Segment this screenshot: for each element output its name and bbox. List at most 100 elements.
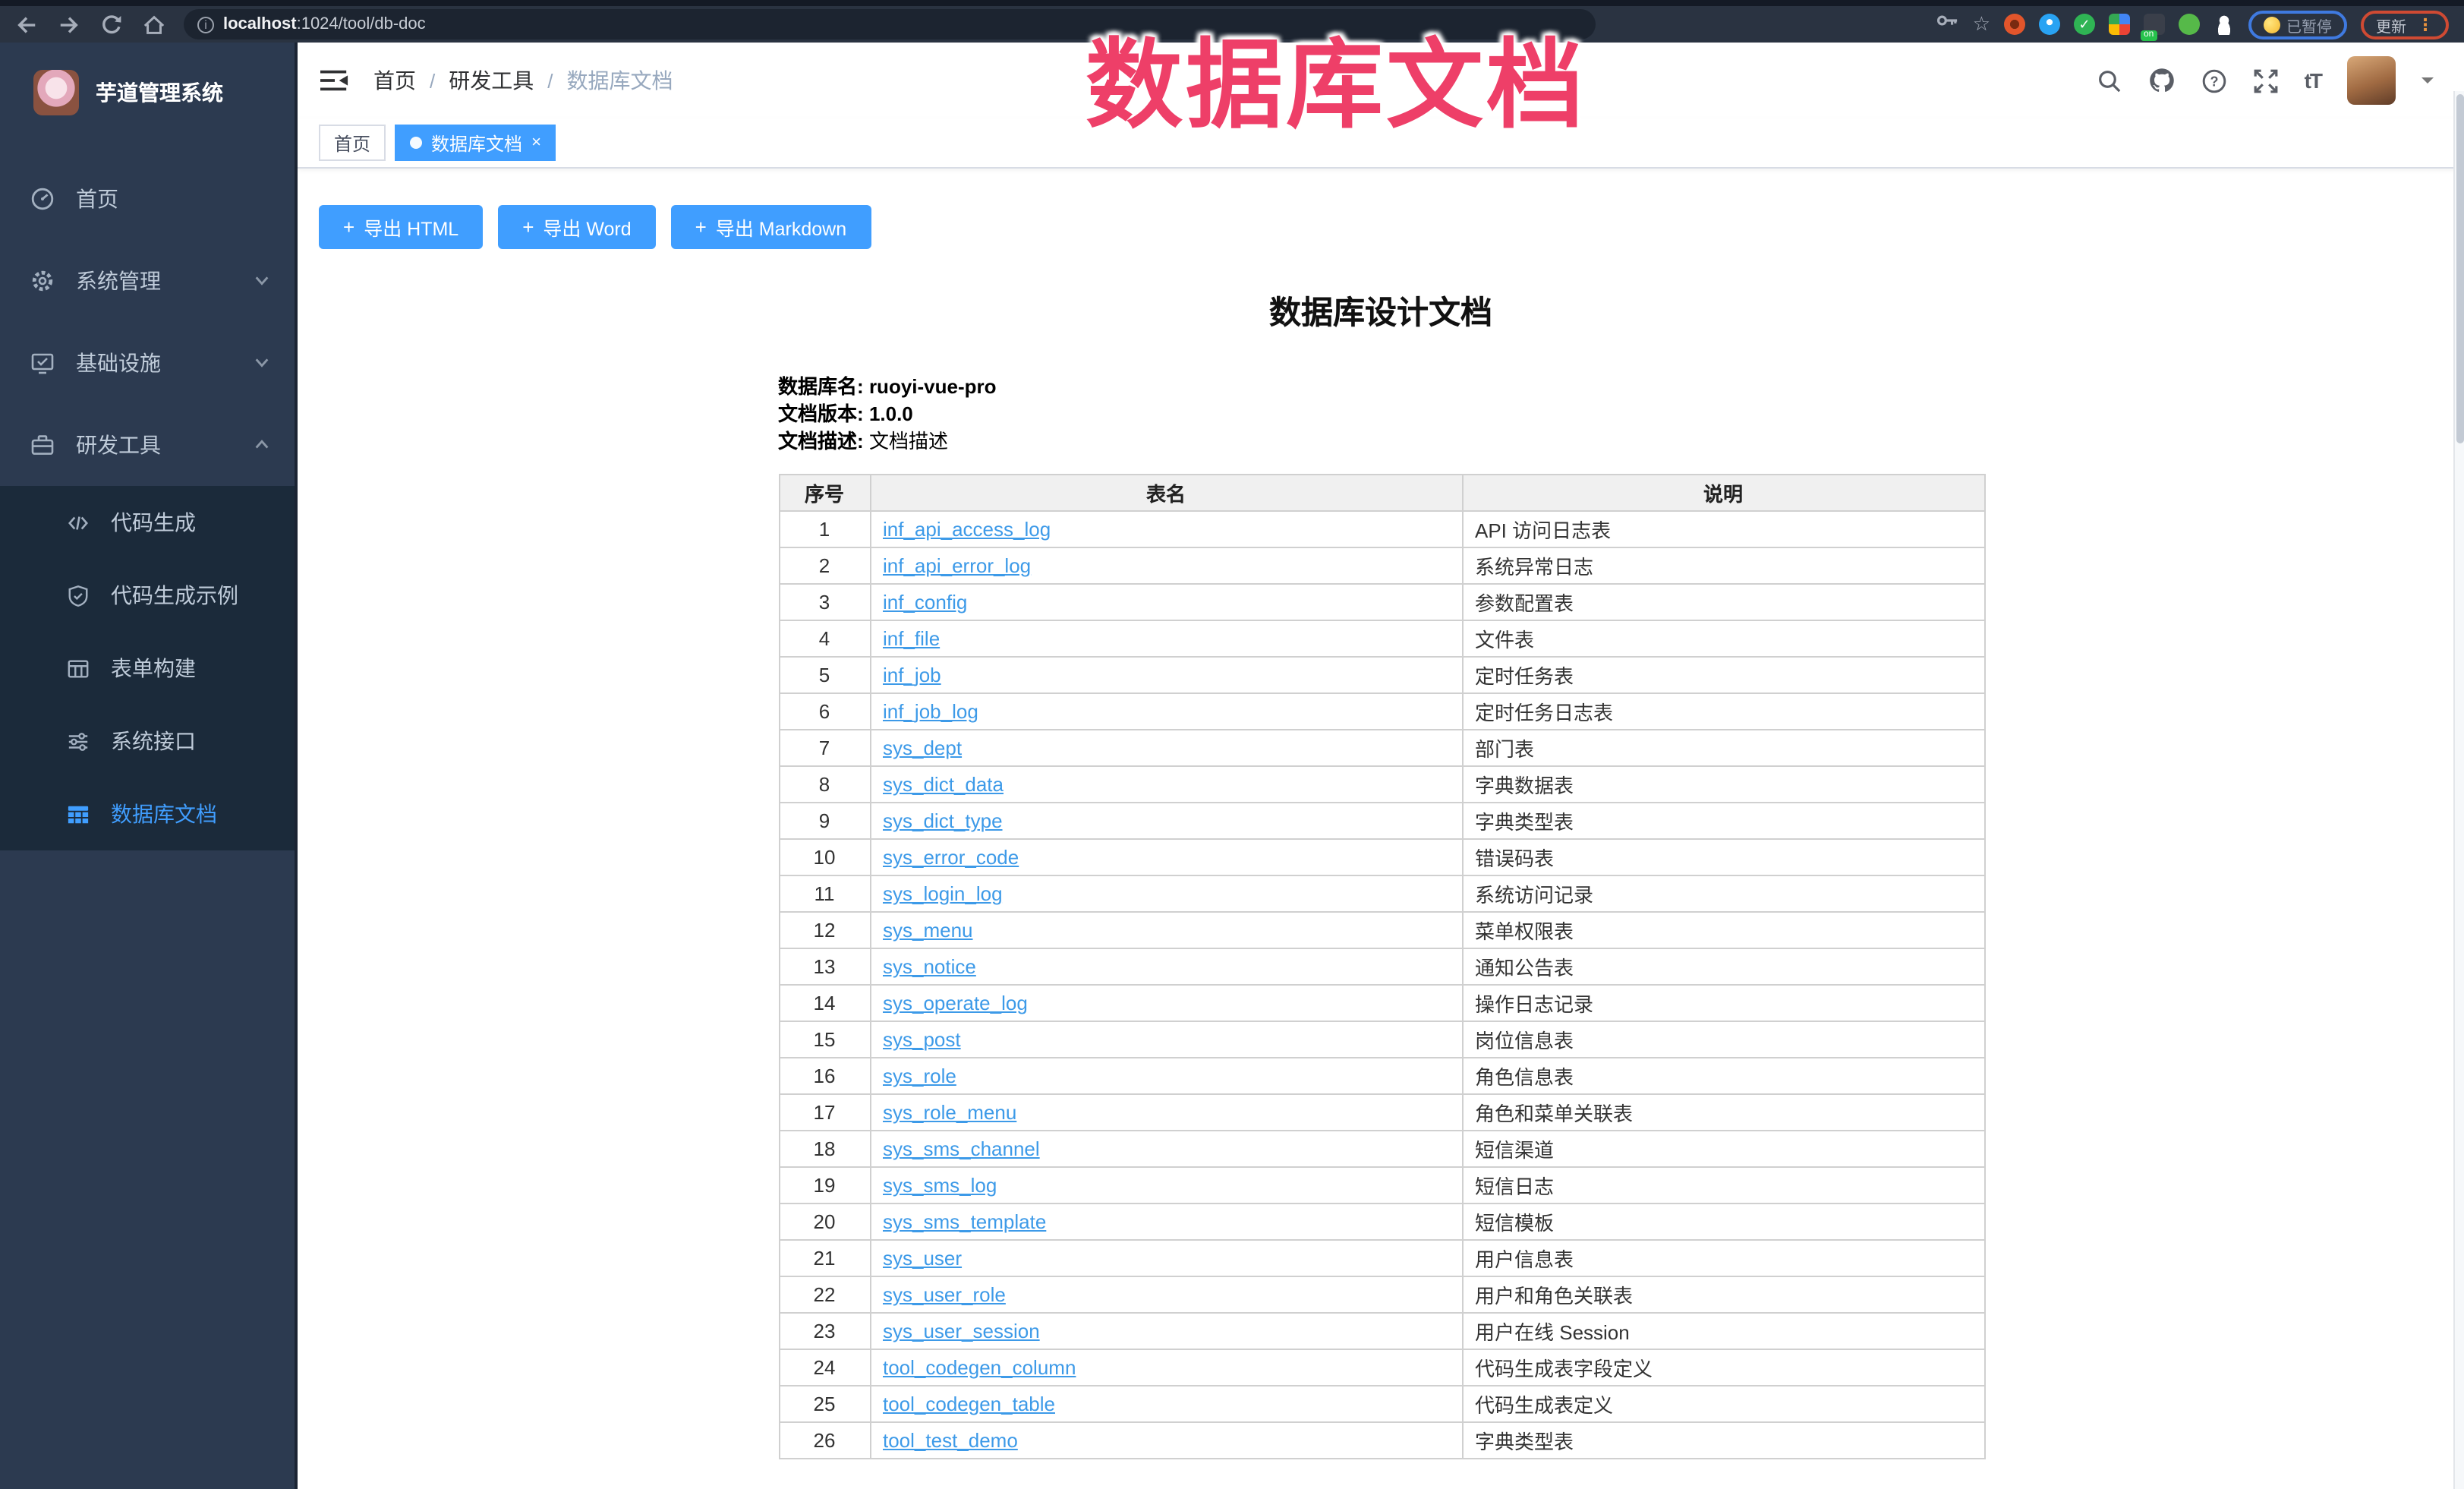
sidebar-item-system[interactable]: 系统管理 bbox=[0, 240, 295, 322]
browser-back-icon[interactable] bbox=[15, 13, 38, 36]
sidebar-item-codegen-demo[interactable]: 代码生成示例 bbox=[0, 559, 295, 632]
table-name-link[interactable]: sys_user_role bbox=[883, 1283, 1006, 1306]
search-icon[interactable] bbox=[2097, 68, 2122, 93]
chevron-up-icon bbox=[254, 433, 270, 457]
table-name-link[interactable]: sys_dept bbox=[883, 737, 962, 759]
extension-icon-1[interactable] bbox=[2004, 14, 2025, 35]
table-name-link[interactable]: sys_dict_type bbox=[883, 809, 1003, 832]
table-name-link[interactable]: sys_sms_channel bbox=[883, 1137, 1040, 1160]
table-name-link[interactable]: inf_job bbox=[883, 664, 941, 686]
font-size-icon[interactable]: tT bbox=[2305, 68, 2321, 93]
chevron-down-icon bbox=[254, 351, 270, 375]
address-bar[interactable]: i localhost:1024/tool/db-doc bbox=[184, 9, 1596, 39]
table-name-link[interactable]: sys_operate_log bbox=[883, 992, 1028, 1014]
breadcrumb-home[interactable]: 首页 bbox=[373, 65, 416, 96]
sidebar-item-home[interactable]: 首页 bbox=[0, 158, 295, 240]
browser-menu-dots-icon[interactable]: ⋮ bbox=[2417, 14, 2434, 34]
sidebar: 芋道管理系统 首页 系统管理 基础设施 bbox=[0, 43, 298, 1489]
browser-update-button[interactable]: 更新⋮ bbox=[2361, 10, 2449, 39]
browser-home-icon[interactable] bbox=[143, 13, 165, 36]
extension-icon-4[interactable] bbox=[2109, 14, 2130, 35]
code-icon bbox=[67, 511, 90, 534]
row-index: 24 bbox=[779, 1349, 870, 1386]
sidebar-item-api[interactable]: 系统接口 bbox=[0, 705, 295, 778]
table-name-link[interactable]: tool_codegen_column bbox=[883, 1356, 1076, 1379]
export-markdown-button[interactable]: +导出 Markdown bbox=[671, 205, 871, 249]
tag-close-icon[interactable]: × bbox=[531, 134, 541, 151]
sidebar-collapse-icon[interactable] bbox=[320, 68, 349, 93]
table-description: 通知公告表 bbox=[1462, 948, 1984, 985]
scrollbar-thumb[interactable] bbox=[2456, 94, 2464, 443]
table-name-cell: inf_api_error_log bbox=[870, 547, 1462, 584]
table-name-cell: inf_job_log bbox=[870, 693, 1462, 730]
table-name-link[interactable]: sys_sms_log bbox=[883, 1174, 997, 1197]
table-row: 3inf_config参数配置表 bbox=[779, 584, 1984, 620]
table-name-link[interactable]: sys_role bbox=[883, 1065, 956, 1087]
github-icon[interactable] bbox=[2148, 67, 2176, 94]
extension-icon-7[interactable] bbox=[2214, 14, 2235, 35]
table-name-cell: sys_sms_log bbox=[870, 1167, 1462, 1204]
extension-icon-3[interactable]: ✓ bbox=[2074, 14, 2095, 35]
table-description: 字典类型表 bbox=[1462, 803, 1984, 839]
table-name-link[interactable]: tool_test_demo bbox=[883, 1429, 1018, 1452]
table-name-link[interactable]: sys_login_log bbox=[883, 882, 1003, 905]
table-name-cell: sys_dict_data bbox=[870, 766, 1462, 803]
extension-icon-2[interactable] bbox=[2039, 14, 2060, 35]
table-name-link[interactable]: sys_dict_data bbox=[883, 773, 1004, 796]
extension-icon-6[interactable] bbox=[2179, 14, 2200, 35]
sidebar-item-label: 首页 bbox=[76, 184, 118, 214]
export-word-button[interactable]: +导出 Word bbox=[498, 205, 655, 249]
table-name-cell: sys_notice bbox=[870, 948, 1462, 985]
devtools-submenu: 代码生成 代码生成示例 表单构建 系统接口 bbox=[0, 486, 295, 850]
sidebar-item-infra[interactable]: 基础设施 bbox=[0, 322, 295, 404]
avatar[interactable] bbox=[2347, 56, 2396, 105]
paused-extension-badge[interactable]: 已暂停 bbox=[2248, 10, 2347, 39]
table-name-link[interactable]: inf_config bbox=[883, 591, 967, 614]
export-html-button[interactable]: +导出 HTML bbox=[319, 205, 483, 249]
page-scrollbar[interactable] bbox=[2453, 91, 2464, 1489]
tag-db-doc[interactable]: 数据库文档 × bbox=[395, 125, 556, 161]
row-index: 22 bbox=[779, 1276, 870, 1313]
table-name-link[interactable]: sys_post bbox=[883, 1028, 961, 1051]
table-name-cell: sys_role_menu bbox=[870, 1094, 1462, 1131]
table-name-link[interactable]: sys_error_code bbox=[883, 846, 1019, 869]
table-name-cell: inf_file bbox=[870, 620, 1462, 657]
sidebar-item-label: 代码生成示例 bbox=[111, 580, 238, 610]
table-name-link[interactable]: sys_sms_template bbox=[883, 1210, 1046, 1233]
key-icon[interactable] bbox=[1936, 9, 1959, 39]
site-info-icon[interactable]: i bbox=[197, 16, 214, 33]
doc-desc-line: 文档描述: 文档描述 bbox=[778, 428, 1983, 456]
browser-forward-icon[interactable] bbox=[58, 13, 80, 36]
table-name-link[interactable]: sys_role_menu bbox=[883, 1101, 1016, 1124]
help-icon[interactable]: ? bbox=[2201, 68, 2227, 93]
table-description: 短信渠道 bbox=[1462, 1131, 1984, 1167]
table-name-link[interactable]: sys_user bbox=[883, 1247, 962, 1270]
table-name-link[interactable]: sys_menu bbox=[883, 919, 973, 942]
sidebar-item-label: 研发工具 bbox=[76, 430, 161, 460]
browser-reload-icon[interactable] bbox=[100, 13, 123, 36]
table-description: 代码生成表定义 bbox=[1462, 1386, 1984, 1422]
table-name-link[interactable]: inf_job_log bbox=[883, 700, 978, 723]
sidebar-item-codegen[interactable]: 代码生成 bbox=[0, 486, 295, 559]
fullscreen-icon[interactable] bbox=[2253, 68, 2279, 93]
table-name-link[interactable]: sys_notice bbox=[883, 955, 976, 978]
sidebar-item-devtools[interactable]: 研发工具 bbox=[0, 404, 295, 486]
sidebar-item-db-doc[interactable]: 数据库文档 bbox=[0, 778, 295, 850]
app-logo-row[interactable]: 芋道管理系统 bbox=[0, 55, 295, 131]
table-row: 9sys_dict_type字典类型表 bbox=[779, 803, 1984, 839]
tag-home[interactable]: 首页 bbox=[319, 125, 386, 161]
table-description: 参数配置表 bbox=[1462, 584, 1984, 620]
table-name-link[interactable]: inf_file bbox=[883, 627, 940, 650]
table-name-link[interactable]: inf_api_error_log bbox=[883, 554, 1031, 577]
table-name-link[interactable]: sys_user_session bbox=[883, 1320, 1040, 1342]
breadcrumb-devtools[interactable]: 研发工具 bbox=[449, 65, 534, 96]
table-name-link[interactable]: tool_codegen_table bbox=[883, 1393, 1055, 1415]
table-name-cell: inf_job bbox=[870, 657, 1462, 693]
bookmark-star-icon[interactable]: ☆ bbox=[1973, 12, 1990, 36]
gear-icon bbox=[30, 269, 55, 293]
table-row: 22sys_user_role用户和角色关联表 bbox=[779, 1276, 1984, 1313]
sidebar-item-form-builder[interactable]: 表单构建 bbox=[0, 632, 295, 705]
table-name-link[interactable]: inf_api_access_log bbox=[883, 518, 1051, 541]
avatar-caret-icon[interactable] bbox=[2421, 77, 2434, 90]
extension-icon-5[interactable] bbox=[2144, 14, 2165, 35]
